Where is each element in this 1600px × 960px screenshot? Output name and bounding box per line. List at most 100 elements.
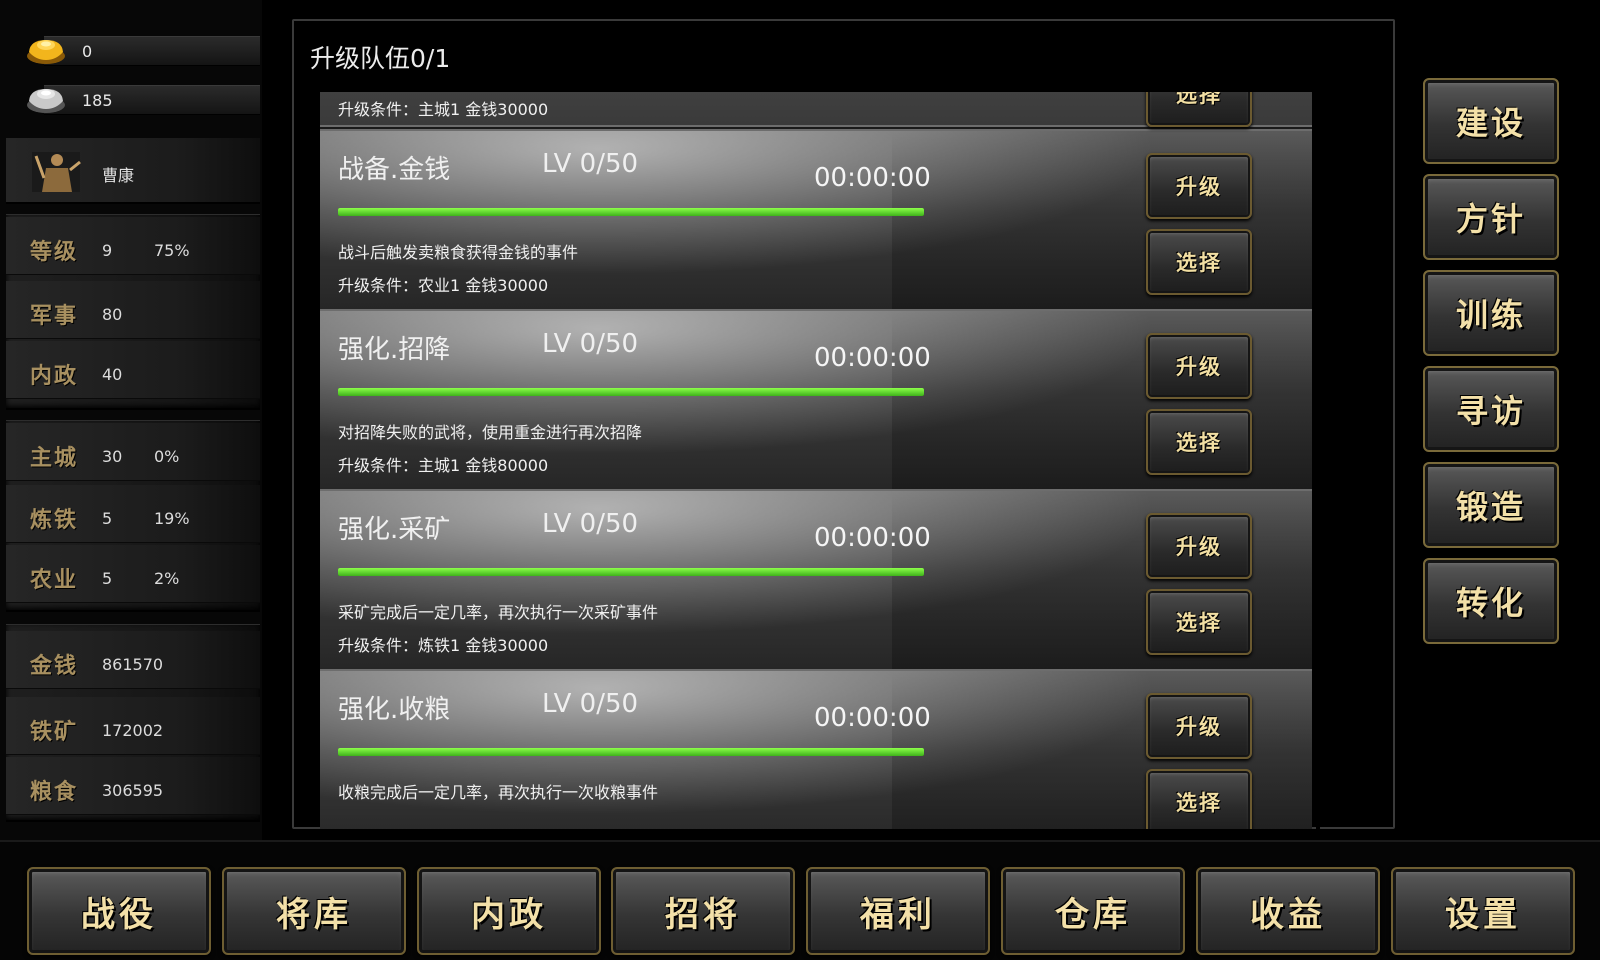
progress-bar bbox=[338, 568, 924, 576]
progress-fill bbox=[338, 388, 924, 396]
upgrade-button[interactable]: 升级 bbox=[1146, 333, 1252, 399]
progress-fill bbox=[338, 208, 924, 216]
card-condition: 升级条件：炼铁1 金钱30000 bbox=[338, 636, 549, 655]
card-name: 战备.金钱 bbox=[338, 155, 451, 185]
stat-percent: 75% bbox=[154, 241, 190, 260]
stat-percent: 19% bbox=[154, 509, 190, 528]
card-timer: 00:00:00 bbox=[814, 523, 931, 553]
progress-bar bbox=[338, 388, 924, 396]
card-level: LV 0/50 bbox=[542, 689, 639, 719]
list-scrollbar[interactable] bbox=[1316, 92, 1320, 829]
silver-resource-row: 185 bbox=[6, 77, 260, 121]
nav-campaign-button[interactable]: 战役 bbox=[27, 867, 211, 955]
stat-row-military: 军事 80 bbox=[6, 281, 260, 339]
stat-value: 80 bbox=[102, 305, 123, 324]
stat-row-politics: 内政 40 bbox=[6, 341, 260, 399]
stat-label: 等级 bbox=[30, 239, 79, 265]
stat-row-level: 等级 9 75% bbox=[6, 217, 260, 275]
forge-button[interactable]: 锻造 bbox=[1423, 462, 1559, 548]
card-level: LV 0/50 bbox=[542, 509, 639, 539]
card-level: LV 0/50 bbox=[542, 149, 639, 179]
stat-value: 172002 bbox=[102, 721, 164, 740]
training-button[interactable]: 训练 bbox=[1423, 270, 1559, 356]
stat-label: 炼铁 bbox=[30, 507, 79, 533]
gold-resource-row: 0 bbox=[6, 28, 260, 72]
silver-ingot-value: 185 bbox=[82, 91, 113, 110]
stat-group-buildings: 主城 30 0% 炼铁 5 19% 农业 5 2% bbox=[6, 420, 260, 612]
stat-label: 粮食 bbox=[30, 779, 79, 805]
card-level: LV 0/50 bbox=[542, 329, 639, 359]
card-condition: 升级条件：农业1 金钱30000 bbox=[338, 276, 549, 295]
upgrade-card: 强化.招降 LV 0/50 00:00:00 对招降失败的武将，使用重金进行再次… bbox=[320, 309, 1312, 492]
stat-value: 30 bbox=[102, 447, 123, 466]
stat-value: 40 bbox=[102, 365, 123, 384]
stat-row-main-city: 主城 30 0% bbox=[6, 423, 260, 481]
silver-ingot-icon bbox=[27, 89, 65, 113]
stats-panel: 0 185 曹康 等级 9 75% 军事 80 内政 40 主城 30 0% 炼… bbox=[0, 0, 262, 840]
card-condition: 升级条件：主城1 金钱80000 bbox=[338, 456, 549, 475]
hero-row[interactable]: 曹康 bbox=[6, 138, 260, 204]
card-timer: 00:00:00 bbox=[814, 343, 931, 373]
upgrade-card-partial: 升级条件：主城1 金钱30000 选择 bbox=[320, 92, 1312, 127]
stat-label: 金钱 bbox=[30, 653, 79, 679]
upgrade-button[interactable]: 升级 bbox=[1146, 513, 1252, 579]
convert-button[interactable]: 转化 bbox=[1423, 558, 1559, 644]
card-condition: 升级条件：主城1 金钱30000 bbox=[338, 100, 549, 119]
nav-domestic-button[interactable]: 内政 bbox=[417, 867, 601, 955]
card-name: 强化.采矿 bbox=[338, 515, 451, 545]
stat-group-materials: 金钱 861570 铁矿 172002 粮食 306595 bbox=[6, 624, 260, 822]
policy-button[interactable]: 方针 bbox=[1423, 174, 1559, 260]
card-name: 强化.收粮 bbox=[338, 695, 451, 725]
gold-ingot-value: 0 bbox=[82, 42, 93, 61]
stat-label: 主城 bbox=[30, 445, 79, 471]
select-button[interactable]: 选择 bbox=[1146, 409, 1252, 475]
progress-bar bbox=[338, 208, 924, 216]
stat-percent: 0% bbox=[154, 447, 180, 466]
hero-name: 曹康 bbox=[102, 166, 135, 185]
upgrade-queue-title: 升级队伍0/1 bbox=[310, 44, 451, 73]
stat-value: 306595 bbox=[102, 781, 164, 800]
stat-value: 5 bbox=[102, 569, 113, 588]
upgrade-card: 强化.收粮 LV 0/50 00:00:00 收粮完成后一定几率，再次执行一次收… bbox=[320, 669, 1312, 829]
card-description: 对招降失败的武将，使用重金进行再次招降 bbox=[338, 423, 643, 442]
gold-ingot-icon bbox=[27, 40, 65, 64]
card-description: 采矿完成后一定几率，再次执行一次采矿事件 bbox=[338, 603, 659, 622]
nav-welfare-button[interactable]: 福利 bbox=[806, 867, 990, 955]
stat-row-grain: 粮食 306595 bbox=[6, 757, 260, 815]
card-timer: 00:00:00 bbox=[814, 163, 931, 193]
stat-row-money: 金钱 861570 bbox=[6, 631, 260, 689]
stat-label: 军事 bbox=[30, 303, 79, 329]
visit-button[interactable]: 寻访 bbox=[1423, 366, 1559, 452]
upgrade-card: 战备.金钱 LV 0/50 00:00:00 战斗后触发卖粮食获得金钱的事件 升… bbox=[320, 129, 1312, 312]
stat-row-farming: 农业 5 2% bbox=[6, 545, 260, 603]
progress-fill bbox=[338, 568, 924, 576]
nav-recruit-button[interactable]: 招将 bbox=[611, 867, 795, 955]
card-timer: 00:00:00 bbox=[814, 703, 931, 733]
nav-generals-button[interactable]: 将库 bbox=[222, 867, 406, 955]
upgrade-card: 强化.采矿 LV 0/50 00:00:00 采矿完成后一定几率，再次执行一次采… bbox=[320, 489, 1312, 672]
card-name: 强化.招降 bbox=[338, 335, 451, 365]
select-button[interactable]: 选择 bbox=[1146, 769, 1252, 829]
select-button[interactable]: 选择 bbox=[1146, 589, 1252, 655]
select-button[interactable]: 选择 bbox=[1146, 92, 1252, 127]
warrior-icon bbox=[32, 152, 81, 192]
build-button[interactable]: 建设 bbox=[1423, 78, 1559, 164]
stat-group-attributes: 等级 9 75% 军事 80 内政 40 bbox=[6, 214, 260, 410]
card-description: 战斗后触发卖粮食获得金钱的事件 bbox=[338, 243, 579, 262]
upgrade-list[interactable]: 升级条件：主城1 金钱30000 选择 战备.金钱 LV 0/50 00:00:… bbox=[320, 92, 1312, 829]
stat-row-iron-ore: 铁矿 172002 bbox=[6, 697, 260, 755]
progress-bar bbox=[338, 748, 924, 756]
stat-label: 农业 bbox=[30, 567, 79, 593]
select-button[interactable]: 选择 bbox=[1146, 229, 1252, 295]
stat-label: 内政 bbox=[30, 363, 79, 389]
stat-row-smelting: 炼铁 5 19% bbox=[6, 485, 260, 543]
nav-income-button[interactable]: 收益 bbox=[1196, 867, 1380, 955]
stat-percent: 2% bbox=[154, 569, 180, 588]
stat-label: 铁矿 bbox=[30, 719, 79, 745]
nav-settings-button[interactable]: 设置 bbox=[1391, 867, 1575, 955]
upgrade-button[interactable]: 升级 bbox=[1146, 693, 1252, 759]
upgrade-panel: 升级队伍0/1 升级条件：主城1 金钱30000 选择 战备.金钱 LV 0/5… bbox=[292, 19, 1395, 829]
upgrade-button[interactable]: 升级 bbox=[1146, 153, 1252, 219]
nav-warehouse-button[interactable]: 仓库 bbox=[1001, 867, 1185, 955]
stat-value: 861570 bbox=[102, 655, 164, 674]
